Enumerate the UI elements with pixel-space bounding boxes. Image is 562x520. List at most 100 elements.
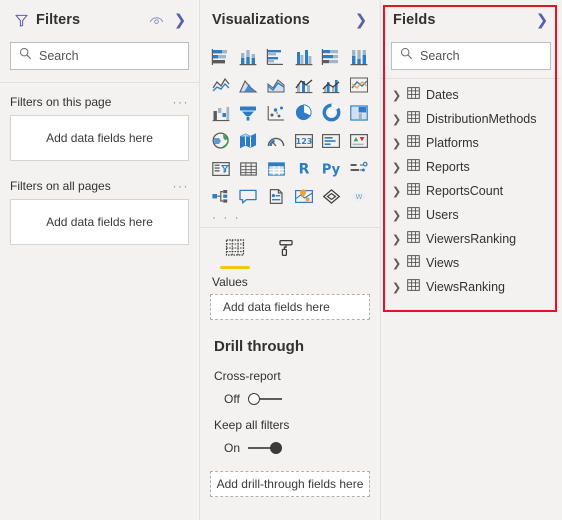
expand-chevron-icon[interactable]: ❯ <box>392 186 401 197</box>
filters-on-this-page-menu-icon[interactable]: ··· <box>173 96 190 108</box>
field-table-row[interactable]: ❯ ViewsRanking <box>381 275 561 299</box>
fields-pane-title: Fields <box>393 12 436 28</box>
fields-pane: Fields ❯ Search ❯ Dates ❯ DistributionMe… <box>381 0 561 520</box>
funnel-chart-icon[interactable] <box>236 100 262 125</box>
keep-all-filters-toggle[interactable] <box>248 442 283 454</box>
filters-on-this-page-label: Filters on this page <box>10 95 112 109</box>
table-icon <box>407 230 420 248</box>
table-name: Platforms <box>426 136 479 150</box>
multi-row-card-icon[interactable] <box>319 128 345 153</box>
kpi-icon[interactable] <box>346 128 372 153</box>
slicer-icon[interactable] <box>208 156 234 181</box>
filters-on-this-page-header: Filters on this page ··· <box>10 95 189 109</box>
python-visual-icon[interactable]: Py <box>319 156 345 181</box>
expand-chevron-icon[interactable]: ❯ <box>392 282 401 293</box>
stacked-bar-chart-icon[interactable] <box>208 44 234 69</box>
keep-all-filters-toggle-row: On <box>200 432 380 455</box>
power-apps-icon[interactable] <box>319 184 345 209</box>
line-chart-icon[interactable] <box>208 72 234 97</box>
eye-icon[interactable] <box>147 11 165 29</box>
arcgis-map-icon[interactable] <box>291 184 317 209</box>
qanda-icon[interactable] <box>236 184 262 209</box>
area-chart-icon[interactable] <box>236 72 262 97</box>
fields-search-placeholder: Search <box>420 49 460 63</box>
expand-chevron-icon[interactable]: ❯ <box>392 258 401 269</box>
stacked-area-chart-icon[interactable] <box>263 72 289 97</box>
treemap-icon[interactable] <box>346 100 372 125</box>
filters-on-this-page-dropzone[interactable]: Add data fields here <box>10 115 189 161</box>
collapse-filters-chevron-icon[interactable]: ❯ <box>171 11 189 29</box>
word-cloud-icon[interactable]: W <box>346 184 372 209</box>
collapse-visualizations-chevron-icon[interactable]: ❯ <box>352 11 370 29</box>
key-influencers-icon[interactable] <box>208 184 234 209</box>
keep-all-filters-state: On <box>224 441 241 455</box>
format-tab-indicator <box>272 266 302 269</box>
format-tab[interactable] <box>270 238 304 269</box>
line-and-stacked-column-chart-icon[interactable] <box>291 72 317 97</box>
table-name: ReportsCount <box>426 184 504 198</box>
field-table-row[interactable]: ❯ ReportsCount <box>381 179 561 203</box>
visualizations-pane-header: Visualizations ❯ <box>200 0 380 40</box>
expand-chevron-icon[interactable]: ❯ <box>392 90 401 101</box>
filters-on-all-pages-dropzone[interactable]: Add data fields here <box>10 199 189 245</box>
search-icon <box>19 47 32 65</box>
hundred-percent-stacked-column-chart-icon[interactable] <box>346 44 372 69</box>
fields-search-input[interactable]: Search <box>391 42 551 70</box>
r-script-visual-icon[interactable]: R <box>291 156 317 181</box>
smart-narrative-icon[interactable] <box>263 184 289 209</box>
filters-search-input[interactable]: Search <box>10 42 189 70</box>
values-dropzone[interactable]: Add data fields here <box>210 294 370 320</box>
table-icon <box>407 254 420 272</box>
map-icon[interactable] <box>208 128 234 153</box>
cross-report-toggle[interactable] <box>248 393 282 405</box>
expand-chevron-icon[interactable]: ❯ <box>392 138 401 149</box>
table-icon[interactable] <box>236 156 262 181</box>
field-table-row[interactable]: ❯ DistributionMethods <box>381 107 561 131</box>
expand-chevron-icon[interactable]: ❯ <box>392 234 401 245</box>
collapse-fields-chevron-icon[interactable]: ❯ <box>533 11 551 29</box>
expand-chevron-icon[interactable]: ❯ <box>392 210 401 221</box>
field-table-row[interactable]: ❯ ViewersRanking <box>381 227 561 251</box>
table-name: Dates <box>426 88 459 102</box>
expand-chevron-icon[interactable]: ❯ <box>392 162 401 173</box>
svg-text:R: R <box>298 162 309 178</box>
matrix-icon[interactable] <box>263 156 289 181</box>
table-icon <box>407 182 420 200</box>
gauge-icon[interactable] <box>263 128 289 153</box>
hundred-percent-stacked-bar-chart-icon[interactable] <box>319 44 345 69</box>
filters-on-all-pages-header: Filters on all pages ··· <box>10 179 189 193</box>
table-icon <box>407 278 420 296</box>
filters-search-placeholder: Search <box>39 49 79 63</box>
stacked-column-chart-icon[interactable] <box>236 44 262 69</box>
decomposition-tree-icon[interactable] <box>346 156 372 181</box>
field-table-row[interactable]: ❯ Reports <box>381 155 561 179</box>
field-table-row[interactable]: ❯ Views <box>381 251 561 275</box>
line-and-clustered-column-chart-icon[interactable] <box>319 72 345 97</box>
scatter-chart-icon[interactable] <box>263 100 289 125</box>
clustered-column-chart-icon[interactable] <box>291 44 317 69</box>
pie-chart-icon[interactable] <box>291 100 317 125</box>
expand-chevron-icon[interactable]: ❯ <box>392 114 401 125</box>
table-name: DistributionMethods <box>426 112 537 126</box>
clustered-bar-chart-icon[interactable] <box>263 44 289 69</box>
field-table-row[interactable]: ❯ Dates <box>381 83 561 107</box>
filters-on-all-pages-menu-icon[interactable]: ··· <box>173 180 190 192</box>
cross-report-label: Cross-report <box>214 369 281 383</box>
field-table-row[interactable]: ❯ Platforms <box>381 131 561 155</box>
waterfall-chart-icon[interactable] <box>208 100 234 125</box>
fields-tab[interactable] <box>218 238 252 269</box>
filters-on-all-pages-label: Filters on all pages <box>10 179 111 193</box>
drill-through-dropzone[interactable]: Add drill-through fields here <box>210 471 370 497</box>
card-icon[interactable]: 123 <box>291 128 317 153</box>
visualizations-pane-title: Visualizations <box>212 12 310 28</box>
search-icon <box>400 47 413 65</box>
cross-report-state: Off <box>224 392 240 406</box>
field-table-row[interactable]: ❯ Users <box>381 203 561 227</box>
filled-map-icon[interactable] <box>236 128 262 153</box>
table-icon <box>407 206 420 224</box>
fields-table-icon <box>224 238 246 263</box>
ribbon-chart-icon[interactable] <box>346 72 372 97</box>
donut-chart-icon[interactable] <box>319 100 345 125</box>
filters-on-this-page-group: Filters on this page ··· Add data fields… <box>0 95 199 161</box>
more-visuals-button[interactable]: · · · <box>200 209 380 227</box>
